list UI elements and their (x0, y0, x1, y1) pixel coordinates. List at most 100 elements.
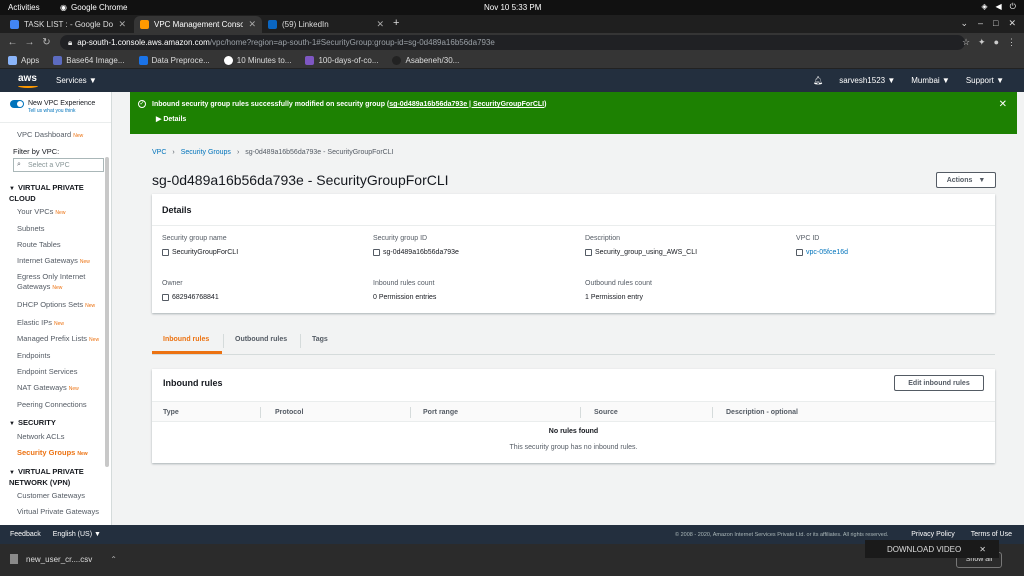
bookmark-apps[interactable]: Apps (8, 55, 39, 65)
close-window-icon[interactable]: ✕ (1008, 18, 1016, 29)
new-vpc-experience-toggle[interactable]: New VPC Experience Tell us what you think (10, 100, 95, 114)
privacy-policy-link[interactable]: Privacy Policy (911, 531, 955, 538)
section-vpn[interactable]: ▼ VIRTUAL PRIVATE NETWORK (VPN) (9, 467, 99, 488)
sidebar-item-elastic-ips[interactable]: Elastic IPs New (17, 318, 64, 327)
edit-inbound-rules-button[interactable]: Edit inbound rules (894, 375, 984, 391)
column-port-range[interactable]: Port range (423, 409, 458, 416)
sidebar-item-nat-gateways[interactable]: NAT Gateways New (17, 383, 79, 392)
tab-vpc-console[interactable]: VPC Management Console ✕ (134, 16, 262, 33)
sidebar-item-subnets[interactable]: Subnets (17, 224, 45, 233)
region-menu[interactable]: Mumbai ▼ (911, 76, 950, 85)
item-label: VPC Dashboard (17, 130, 72, 139)
new-badge: New (55, 210, 66, 216)
bookmark-10-minutes[interactable]: 10 Minutes to... (223, 55, 291, 65)
bookmark-base64[interactable]: Base64 Image... (53, 55, 125, 65)
section-virtual-private-cloud[interactable]: ▼ VIRTUAL PRIVATE CLOUD (9, 183, 99, 204)
sidebar-item-customer-gateways[interactable]: Customer Gateways (17, 491, 85, 500)
close-icon[interactable]: ✕ (999, 99, 1007, 110)
copy-icon[interactable] (796, 249, 803, 256)
back-icon[interactable]: ← (4, 37, 21, 48)
bookmark-label: Data Preproce... (151, 55, 210, 65)
sidebar-item-endpoint-services[interactable]: Endpoint Services (17, 367, 77, 376)
vpc-filter-select[interactable]: ⌕ Select a VPC (13, 158, 104, 172)
download-video-button[interactable]: DOWNLOAD VIDEO (887, 545, 961, 554)
sidebar-item-peering[interactable]: Peering Connections (17, 400, 87, 409)
close-icon[interactable]: ✕ (979, 545, 986, 554)
sidebar-item-endpoints[interactable]: Endpoints (17, 351, 50, 360)
close-icon[interactable]: ✕ (248, 19, 256, 30)
sidebar-item-your-vpcs[interactable]: Your VPCs New (17, 207, 65, 216)
maximize-icon[interactable]: □ (993, 18, 998, 29)
services-menu[interactable]: Services ▼ (56, 76, 97, 85)
tab-linkedin[interactable]: (59) LinkedIn ✕ (262, 16, 390, 33)
feedback-button[interactable]: Feedback (10, 531, 41, 538)
account-menu[interactable]: sarvesh1523 ▼ (839, 76, 895, 85)
sidebar-item-route-tables[interactable]: Route Tables (17, 240, 61, 249)
tab-tags[interactable]: Tags (312, 336, 328, 343)
chevron-up-icon[interactable]: ⌃ (110, 555, 117, 564)
breadcrumb-current: sg-0d489a16b56da793e - SecurityGroupForC… (245, 149, 394, 156)
copy-icon[interactable] (585, 249, 592, 256)
sidebar-item-network-acls[interactable]: Network ACLs (17, 432, 65, 441)
sidebar-item-prefix-lists[interactable]: Managed Prefix Lists New (17, 334, 99, 343)
profile-avatar[interactable]: ● (994, 37, 999, 48)
field-value: 1 Permission entry (585, 294, 643, 301)
field-inbound-rules-count: Inbound rules count 0 Permission entries (373, 280, 436, 301)
sidebar-item-egress-gateways[interactable]: Egress Only Internet Gateways New (17, 272, 97, 293)
sidebar-item-dhcp-options[interactable]: DHCP Options Sets New (17, 300, 95, 309)
sidebar-item-security-groups[interactable]: Security Groups New (17, 448, 88, 457)
bookmark-star-icon[interactable]: ☆ (962, 37, 970, 48)
tab-inbound-rules[interactable]: Inbound rules (163, 336, 209, 343)
copy-icon[interactable] (373, 249, 380, 256)
clock[interactable]: Nov 10 5:33 PM (484, 3, 541, 12)
language-select[interactable]: English (US) ▼ (53, 531, 101, 538)
minimize-icon[interactable]: – (978, 18, 983, 29)
actions-button[interactable]: Actions ▼ (936, 172, 996, 188)
tab-google-docs[interactable]: TASK LIST : - Google Docs ✕ (4, 16, 132, 33)
column-description[interactable]: Description - optional (726, 409, 798, 416)
browser-tab-strip: TASK LIST : - Google Docs ✕ VPC Manageme… (0, 15, 1024, 33)
toggle-label: New VPC Experience (28, 100, 96, 107)
breadcrumb-security-groups[interactable]: Security Groups (181, 149, 231, 156)
forward-icon[interactable]: → (21, 37, 38, 48)
bookmark-100-days[interactable]: 100-days-of-co... (305, 55, 378, 65)
column-type[interactable]: Type (163, 409, 179, 416)
app-menu[interactable]: ◉ Google Chrome (60, 3, 127, 12)
new-tab-button[interactable]: + (393, 17, 399, 29)
close-icon[interactable]: ✕ (118, 19, 126, 30)
column-divider (410, 407, 411, 418)
column-source[interactable]: Source (594, 409, 618, 416)
column-protocol[interactable]: Protocol (275, 409, 303, 416)
inbound-rules-panel: Inbound rules Edit inbound rules Type Pr… (152, 369, 995, 463)
extensions-icon[interactable]: ✦ (978, 37, 986, 48)
flash-details-toggle[interactable]: ▶ Details (156, 115, 186, 123)
sidebar-scrollbar[interactable] (105, 157, 109, 467)
sidebar-item-internet-gateways[interactable]: Internet Gateways New (17, 256, 90, 265)
bookmark-data-preprocessing[interactable]: Data Preproce... (138, 55, 210, 65)
support-menu[interactable]: Support ▼ (966, 76, 1004, 85)
terms-of-use-link[interactable]: Terms of Use (971, 531, 1012, 538)
system-tray[interactable]: ◈ ◀ ⏻ (981, 2, 1016, 12)
tab-search-icon[interactable]: ⌄ (960, 18, 968, 29)
menu-icon[interactable]: ⋮ (1007, 37, 1016, 48)
bookmark-asabeneh[interactable]: Asabeneh/30... (392, 55, 459, 65)
toggle-switch[interactable] (10, 100, 24, 108)
copy-icon[interactable] (162, 249, 169, 256)
close-icon[interactable]: ✕ (376, 19, 384, 30)
breadcrumb-vpc[interactable]: VPC (152, 149, 166, 156)
sidebar-item-virtual-private-gateways[interactable]: Virtual Private Gateways (17, 507, 99, 516)
reload-icon[interactable]: ↻ (38, 37, 55, 48)
section-security[interactable]: ▼ SECURITY (9, 418, 99, 429)
field-owner: Owner 682946768841 (162, 280, 219, 301)
copy-icon[interactable] (162, 294, 169, 301)
feedback-link[interactable]: Tell us what you think (28, 108, 95, 114)
aws-logo[interactable]: aws (18, 73, 38, 88)
security-group-link[interactable]: sg-0d489a16b56da793e | SecurityGroupForC… (389, 101, 544, 108)
tab-outbound-rules[interactable]: Outbound rules (235, 336, 287, 343)
download-item[interactable]: new_user_cr....csv ⌃ (10, 554, 117, 564)
bell-icon[interactable]: 🔔︎ (813, 76, 823, 85)
activities-button[interactable]: Activities (8, 3, 40, 12)
address-bar[interactable]: 🔒︎ ap-south-1.console.aws.amazon.com/vpc… (60, 35, 965, 50)
vpc-id-link[interactable]: vpc-05fce16d (806, 249, 848, 256)
sidebar-item-vpc-dashboard[interactable]: VPC Dashboard New (17, 130, 83, 139)
